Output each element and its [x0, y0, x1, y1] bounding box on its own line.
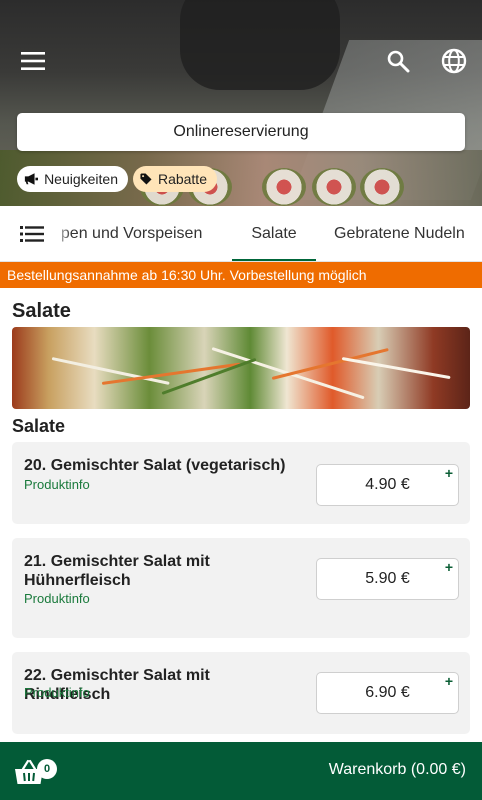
product-info-link[interactable]: Produktinfo — [24, 685, 90, 700]
product-card: 20. Gemischter Salat (vegetarisch) Produ… — [12, 442, 470, 524]
category-subtitle: Salate — [12, 416, 66, 436]
sushi-roll-image — [360, 168, 404, 206]
globe-icon[interactable] — [438, 45, 470, 77]
cart-bar[interactable]: 0 Warenkorb (0.00 €) — [0, 742, 482, 800]
megaphone-icon — [24, 173, 39, 185]
category-list-icon[interactable] — [20, 224, 44, 244]
tab-salads[interactable]: Salate — [232, 206, 316, 261]
plus-icon: + — [444, 673, 453, 689]
plus-icon: + — [444, 559, 453, 575]
tab-soups-starters[interactable]: ppen und Vorspeisen — [62, 206, 222, 261]
tab-fried-noodles[interactable]: Gebratene Nudeln — [334, 206, 482, 261]
product-info-link[interactable]: Produktinfo — [24, 477, 90, 492]
cart-total-label: Warenkorb (0.00 €) — [328, 761, 466, 778]
category-title: Salate — [12, 300, 71, 322]
online-reservation-label: Onlinereservierung — [173, 123, 309, 140]
product-name: 21. Gemischter Salat mit Hühnerfleisch — [24, 553, 210, 589]
discount-chip-label: Rabatte — [157, 171, 207, 187]
product-price: 4.90 € — [365, 476, 410, 493]
product-price: 5.90 € — [365, 570, 410, 587]
tag-icon — [140, 173, 152, 185]
tab-label: ppen und Vorspeisen — [62, 225, 203, 242]
news-chip[interactable]: Neuigkeiten — [17, 166, 128, 192]
product-info-link[interactable]: Produktinfo — [24, 591, 90, 606]
app-screen: Onlinereservierung Neuigkeiten Rabatte p… — [0, 0, 482, 800]
cart-count-badge: 0 — [37, 759, 57, 779]
hero-header: Onlinereservierung Neuigkeiten Rabatte — [0, 0, 482, 206]
order-info-banner: Bestellungsannahme ab 16:30 Uhr. Vorbest… — [0, 262, 482, 288]
product-price: 6.90 € — [365, 684, 410, 701]
discount-chip[interactable]: Rabatte — [133, 166, 217, 192]
tab-label: Gebratene Nudeln — [334, 225, 465, 242]
sushi-roll-image — [312, 168, 356, 206]
product-card: 22. Gemischter Salat mit Rindfleisch Pro… — [12, 652, 470, 734]
add-to-cart-price-button[interactable]: 5.90 € + — [316, 558, 459, 600]
news-chip-label: Neuigkeiten — [44, 171, 118, 187]
category-tabs: ppen und Vorspeisen Salate Gebratene Nud… — [0, 206, 482, 262]
plus-icon: + — [444, 465, 453, 481]
salad-category-image — [12, 327, 470, 409]
sushi-roll-image — [262, 168, 306, 206]
menu-icon[interactable] — [19, 48, 47, 74]
hero-background-shape — [180, 0, 340, 90]
search-icon[interactable] — [383, 46, 413, 76]
tabs-fade — [52, 206, 72, 261]
tab-label: Salate — [251, 225, 297, 242]
product-card: 21. Gemischter Salat mit Hühnerfleisch P… — [12, 538, 470, 638]
online-reservation-button[interactable]: Onlinereservierung — [17, 113, 465, 151]
product-name: 20. Gemischter Salat (vegetarisch) — [24, 457, 286, 474]
add-to-cart-price-button[interactable]: 6.90 € + — [316, 672, 459, 714]
add-to-cart-price-button[interactable]: 4.90 € + — [316, 464, 459, 506]
banner-text: Bestellungsannahme ab 16:30 Uhr. Vorbest… — [7, 267, 367, 283]
